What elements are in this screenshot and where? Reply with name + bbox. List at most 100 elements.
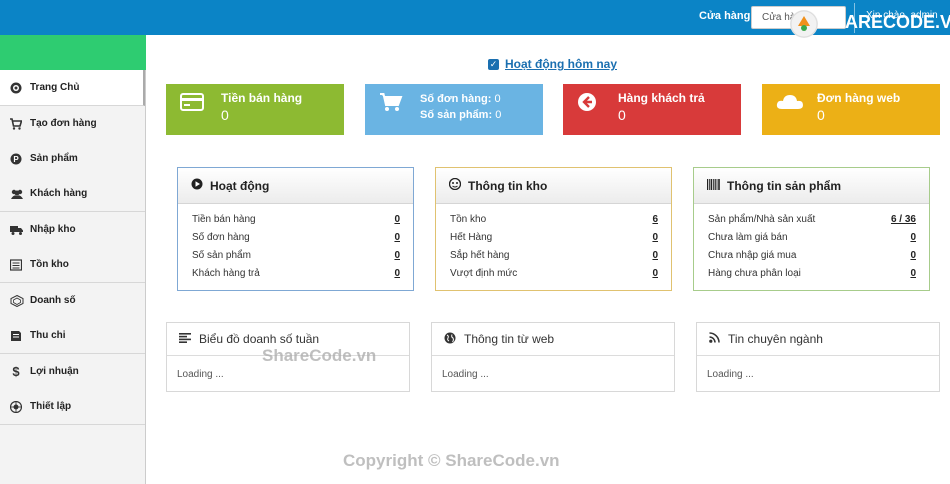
row-value-link[interactable]: 0: [652, 232, 658, 243]
row-value-link[interactable]: 0: [652, 268, 658, 279]
row-label: Khách hàng trả: [192, 268, 260, 279]
panel-row: Số sản phẩm 0: [192, 250, 400, 261]
credit-card-icon: [180, 92, 204, 112]
play-circle-icon: [191, 178, 203, 193]
sidebar-item-label: Trang Chủ: [30, 82, 80, 93]
card-orders[interactable]: Số đơn hàng: 0 Số sản phẩm: 0: [365, 84, 543, 135]
row-value-link[interactable]: 6: [652, 214, 658, 225]
row-value-link[interactable]: 0: [394, 232, 400, 243]
panel-row: Vượt định mức 0: [450, 268, 658, 279]
widget-header: Thông tin từ web: [432, 323, 674, 356]
card-value: 0: [221, 107, 229, 123]
row-label: Tồn kho: [450, 214, 487, 225]
row-value-link[interactable]: 0: [910, 250, 916, 261]
cart-icon: [10, 117, 23, 130]
card-orders-line: Số đơn hàng: 0: [420, 93, 501, 105]
panel-title: Thông tin sản phẩm: [727, 178, 841, 193]
panel-header: Thông tin sản phẩm: [694, 168, 929, 204]
card-orders-label: Số đơn hàng:: [420, 93, 492, 105]
sidebar-item-products[interactable]: P Sản phẩm: [0, 141, 145, 177]
sidebar-item-stock[interactable]: Tồn kho: [0, 247, 145, 283]
sidebar-item-profit[interactable]: $ Lợi nhuận: [0, 354, 145, 390]
sidebar-item-home[interactable]: Trang Chủ: [0, 70, 145, 106]
card-value: 0: [817, 107, 825, 123]
sidebar-item-label: Thu chi: [30, 330, 66, 341]
panel-title: Thông tin kho: [468, 178, 548, 193]
row-value-link[interactable]: 0: [394, 250, 400, 261]
sidebar-item-settings[interactable]: Thiết lập: [0, 389, 145, 425]
globe-icon: [444, 332, 456, 347]
row-label: Sắp hết hàng: [450, 250, 510, 261]
row-value-link[interactable]: 0: [910, 232, 916, 243]
card-sales-money[interactable]: Tiền bán hàng 0: [166, 84, 344, 135]
dollar-icon: $: [12, 363, 20, 379]
sidebar-item-label: Khách hàng: [30, 188, 88, 199]
widget-loading-text: Loading ...: [177, 369, 224, 380]
book-icon: [10, 330, 22, 342]
row-value-link[interactable]: 0: [652, 250, 658, 261]
row-value-link[interactable]: 0: [910, 268, 916, 279]
row-value-link[interactable]: 0: [394, 214, 400, 225]
sidebar-item-label: Tồn kho: [30, 259, 69, 270]
sidebar-item-label: Doanh số: [30, 295, 76, 306]
panel-row: Chưa làm giá bán 0: [708, 232, 916, 243]
panel-row: Chưa nhập giá mua 0: [708, 250, 916, 261]
panel-row: Số đơn hàng 0: [192, 232, 400, 243]
page-title-text: Hoạt động hôm nay: [505, 57, 617, 71]
barcode-icon: [707, 178, 720, 193]
sidebar-item-customers[interactable]: Khách hàng: [0, 176, 145, 212]
card-title: Tiền bán hàng: [221, 91, 303, 105]
eye-icon: [10, 82, 22, 94]
card-value: 0: [618, 107, 626, 123]
widget-title: Biểu đồ doanh số tuần: [199, 332, 320, 346]
card-returns[interactable]: Hàng khách trả 0: [563, 84, 741, 135]
row-value-link[interactable]: 0: [394, 268, 400, 279]
sidebar-item-label: Lợi nhuận: [30, 366, 79, 377]
widget-loading-text: Loading ...: [707, 369, 754, 380]
card-web-orders[interactable]: Đơn hàng web 0: [762, 84, 940, 135]
widget-industry-news: Tin chuyên ngành Loading ...: [696, 322, 940, 392]
card-orders-value: 0: [494, 93, 501, 105]
row-label: Hết Hàng: [450, 232, 493, 243]
sidebar-item-label: Sản phẩm: [30, 153, 78, 164]
panel-header: Hoạt động: [178, 168, 413, 204]
sales-icon: [10, 294, 24, 307]
sharecode-logo-icon: [790, 10, 818, 38]
sidebar-item-label: Thiết lập: [30, 401, 72, 412]
card-products-value: 0: [495, 109, 502, 121]
panel-row: Hàng chưa phân loại 0: [708, 268, 916, 279]
settings-icon: [9, 400, 23, 413]
row-label: Tiền bán hàng: [192, 214, 256, 225]
card-title: Đơn hàng web: [817, 91, 901, 105]
sidebar-item-sales[interactable]: Doanh số: [0, 283, 145, 319]
card-products-line: Số sản phẩm: 0: [420, 109, 501, 121]
panel-product-info: Thông tin sản phẩm Sản phẩm/Nhà sản xuất…: [693, 167, 930, 291]
row-label: Số đơn hàng: [192, 232, 250, 243]
row-value-link[interactable]: 6 / 36: [891, 214, 916, 225]
rss-icon: [709, 332, 720, 346]
watermark-center: ShareCode.vn: [262, 346, 377, 365]
svg-text:P: P: [13, 155, 19, 164]
panel-row: Tiền bán hàng 0: [192, 214, 400, 225]
stock-icon: [9, 258, 23, 271]
widget-title: Tin chuyên ngành: [728, 332, 823, 346]
sidebar-item-income-expense[interactable]: Thu chi: [0, 318, 145, 354]
widget-header: Tin chuyên ngành: [697, 323, 939, 356]
panel-row: Khách hàng trả 0: [192, 268, 400, 279]
row-label: Sản phẩm/Nhà sản xuất: [708, 214, 816, 225]
row-label: Chưa nhập giá mua: [708, 250, 797, 261]
widget-loading-text: Loading ...: [442, 369, 489, 380]
page-title: ✓ Hoạt động hôm nay: [488, 57, 617, 71]
panel-row: Hết Hàng 0: [450, 232, 658, 243]
sidebar-header: [0, 35, 146, 70]
widget-web-info: Thông tin từ web Loading ...: [431, 322, 675, 392]
panel-row: Tồn kho 6: [450, 214, 658, 225]
arrow-left-circle-icon: [577, 92, 601, 112]
panel-stock-info: Thông tin kho Tồn kho 6 Hết Hàng 0 Sắp hết…: [435, 167, 672, 291]
sidebar-item-import[interactable]: Nhập kho: [0, 212, 145, 248]
row-label: Chưa làm giá bán: [708, 232, 788, 243]
panel-title: Hoạt động: [210, 178, 270, 193]
card-title: Hàng khách trả: [618, 91, 705, 105]
widget-title: Thông tin từ web: [464, 332, 555, 346]
sidebar-item-create-order[interactable]: Tạo đơn hàng: [0, 106, 145, 142]
